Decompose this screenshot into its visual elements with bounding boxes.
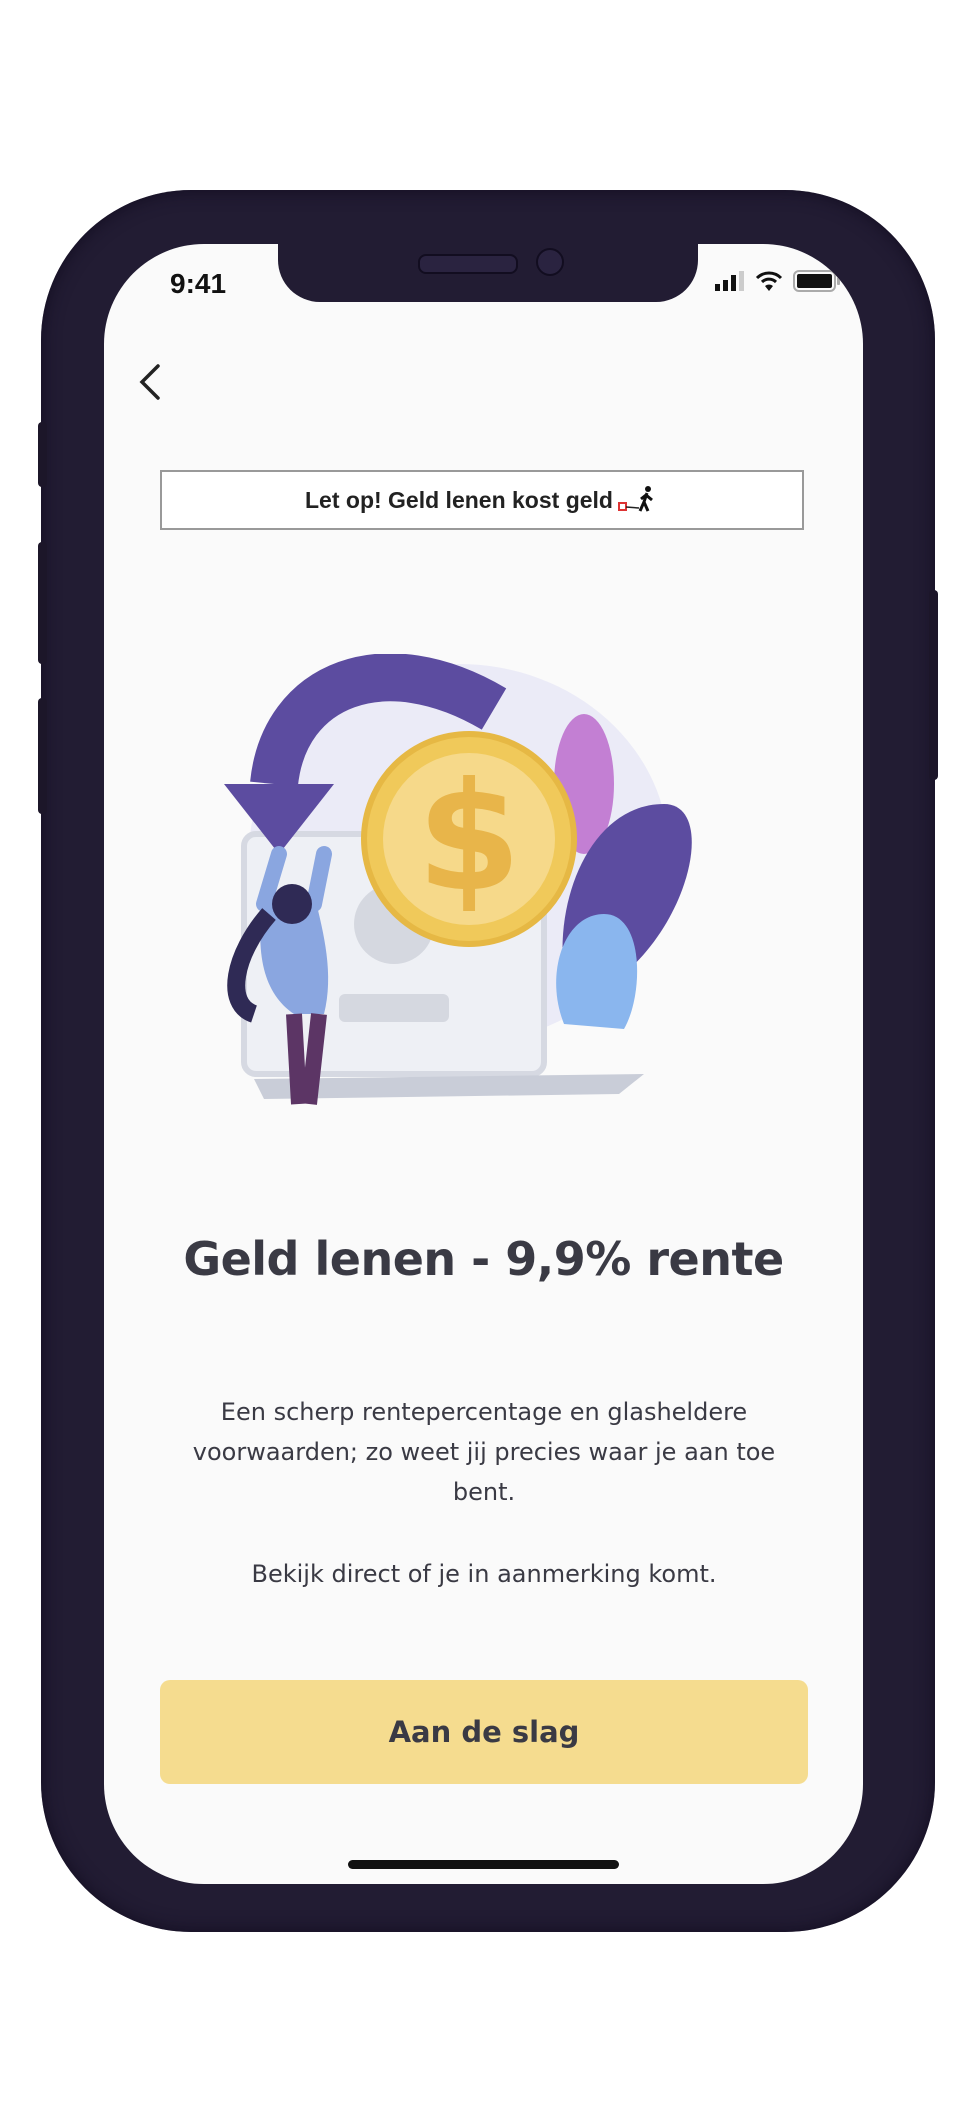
woman-hair [272, 884, 312, 924]
description: Een scherp rentepercentage en glashelder… [164, 1392, 804, 1636]
loan-warning-banner: Let op! Geld lenen kost geld [160, 470, 804, 530]
volume-up-button [38, 542, 47, 664]
notch [278, 244, 698, 302]
power-button [929, 590, 938, 780]
speaker [418, 254, 518, 274]
screen-button [339, 994, 449, 1022]
battery-icon [793, 270, 840, 292]
hero-illustration: $ [224, 654, 692, 1105]
page-title: Geld lenen - 9,9% rente [183, 1232, 784, 1286]
status-time: 9:41 [170, 268, 227, 299]
warning-text: Let op! Geld lenen kost geld [305, 486, 613, 513]
back-chevron-icon[interactable] [132, 360, 172, 404]
app-screen: 9:41 Let op! Geld lenen kost geld $ Geld… [104, 244, 863, 1884]
camera [536, 248, 564, 276]
description-paragraph-2: Bekijk direct of je in aanmerking komt. [251, 1560, 717, 1588]
get-started-button[interactable]: Aan de slag [160, 1680, 808, 1784]
signal-icon [715, 271, 744, 291]
dollar-sign: $ [417, 751, 521, 925]
description-paragraph-1: Een scherp rentepercentage en glashelder… [192, 1398, 776, 1506]
wifi-icon [755, 271, 783, 291]
mute-switch [38, 422, 47, 487]
walking-man-ball-chain-icon [617, 486, 653, 512]
status-icons [715, 270, 841, 292]
home-indicator[interactable] [348, 1860, 619, 1869]
volume-down-button [38, 698, 47, 814]
